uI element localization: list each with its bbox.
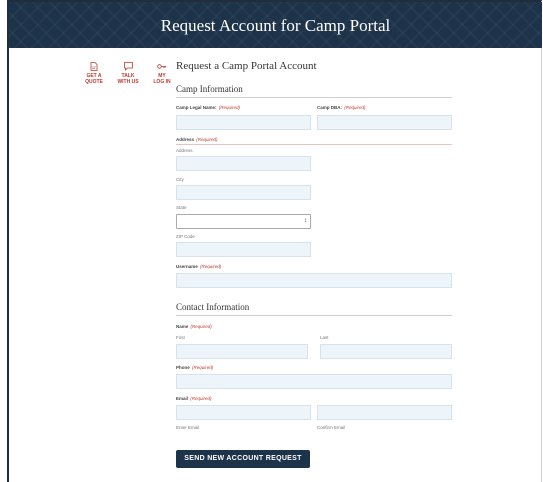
zip-input[interactable]: [176, 242, 311, 257]
required-marker: (Required): [218, 105, 241, 110]
address-input[interactable]: [176, 156, 311, 171]
required-marker: (Required): [190, 396, 212, 401]
username-label-text: Username: [176, 264, 198, 269]
camp-legal-name-label: Camp Legal Name: (Required): [176, 105, 240, 110]
phone-label: Phone (Required): [176, 365, 213, 370]
city-sublabel: City: [176, 177, 184, 182]
address-label: Address (Required): [176, 137, 218, 142]
document-icon: [90, 62, 98, 71]
name-label: Name (Required): [176, 324, 212, 329]
side-nav: GET A QUOTE TALK WITH US MY LOG IN: [82, 62, 174, 85]
confirm-email-input[interactable]: [317, 405, 452, 420]
key-icon: [157, 64, 167, 69]
form-title: Request a Camp Portal Account: [176, 60, 317, 72]
required-marker: (Required): [344, 105, 366, 110]
sidebar-item-get-a-quote[interactable]: GET A QUOTE: [82, 62, 106, 85]
last-name-sublabel: Last: [320, 335, 329, 340]
address-sublabel: Address: [176, 148, 193, 153]
address-divider: [176, 144, 452, 145]
chat-bubble-icon: [123, 62, 133, 71]
camp-dba-label-text: Camp DBA:: [317, 105, 343, 110]
email-input[interactable]: [176, 405, 311, 420]
city-input[interactable]: [176, 185, 311, 200]
enter-email-sublabel: Enter Email: [176, 425, 200, 430]
required-marker: (Required): [200, 264, 222, 269]
camp-dba-input[interactable]: [317, 115, 452, 130]
address-label-text: Address: [176, 137, 195, 142]
camp-legal-name-input[interactable]: [176, 115, 311, 130]
send-account-request-button[interactable]: SEND NEW ACCOUNT REQUEST: [176, 450, 310, 468]
required-marker: (Required): [192, 365, 214, 370]
state-select[interactable]: ↕: [176, 214, 311, 229]
name-label-text: Name: [176, 324, 189, 329]
phone-label-text: Phone: [176, 365, 190, 370]
email-label-text: Email: [176, 396, 189, 401]
sidebar-item-talk-with-us[interactable]: TALK WITH US: [116, 62, 140, 85]
username-input[interactable]: [176, 273, 452, 288]
contact-information-heading: Contact Information: [176, 302, 452, 316]
email-label: Email (Required): [176, 396, 212, 401]
header-banner: Request Account for Camp Portal: [9, 2, 542, 48]
username-label: Username (Required): [176, 264, 221, 269]
first-name-input[interactable]: [176, 344, 308, 359]
sidebar-item-label: LOG IN: [153, 79, 171, 85]
page-header-title: Request Account for Camp Portal: [160, 16, 391, 35]
zip-sublabel: ZIP Code: [176, 234, 195, 239]
camp-dba-label: Camp DBA: (Required): [317, 105, 366, 110]
required-marker: (Required): [190, 324, 212, 329]
confirm-email-sublabel: Confirm Email: [317, 425, 346, 430]
state-sublabel: State: [176, 205, 187, 210]
camp-information-heading: Camp Information: [176, 84, 452, 98]
sidebar-item-my-log-in[interactable]: MY LOG IN: [150, 62, 174, 85]
last-name-input[interactable]: [320, 344, 452, 359]
camp-legal-name-label-text: Camp Legal Name:: [176, 105, 217, 110]
first-name-sublabel: First: [176, 335, 185, 340]
sidebar-item-label: WITH US: [117, 79, 139, 85]
required-marker: (Required): [196, 137, 218, 142]
sidebar-item-label: QUOTE: [85, 79, 103, 85]
chevron-down-icon: ↕: [304, 218, 307, 224]
phone-input[interactable]: [176, 374, 452, 389]
